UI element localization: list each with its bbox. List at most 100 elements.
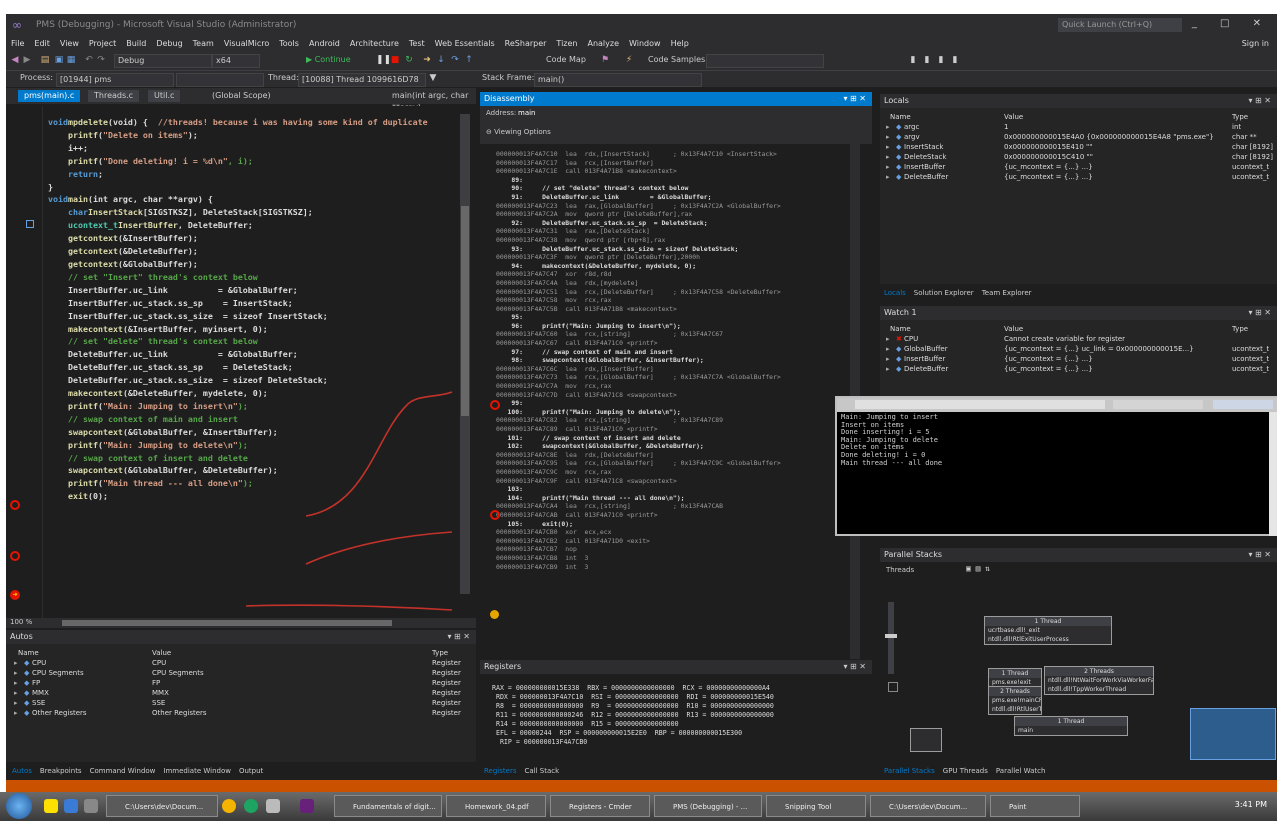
undo-icon[interactable]: ↶: [84, 55, 94, 65]
tab-pms-main[interactable]: pms(main).c: [18, 90, 81, 102]
expand-icon[interactable]: ▸: [886, 344, 890, 354]
menu-item[interactable]: Android: [304, 36, 345, 48]
disassembly-line[interactable]: 92: DeleteBuffer.uc_stack.ss_sp = Delete…: [496, 219, 781, 228]
expand-icon[interactable]: ▸: [14, 678, 18, 688]
code-samples-button[interactable]: Code Samples: [648, 55, 705, 64]
column-header[interactable]: Name: [18, 648, 39, 658]
disassembly-breakpoint-icon[interactable]: [490, 510, 500, 520]
grid-row[interactable]: ▸ ◆ DeleteStack 0x000000000015C410 "" char […: [884, 152, 1274, 162]
grid-row[interactable]: ▸ ◆ GlobalBuffer {uc_mcontext = {...} uc_li…: [884, 344, 1274, 354]
pinned-app-icon[interactable]: [266, 799, 280, 813]
back-icon[interactable]: ◀: [10, 55, 20, 65]
platform-select[interactable]: x64: [212, 54, 260, 68]
disassembly-line[interactable]: 101: // swap context of insert and delet…: [496, 434, 781, 443]
disassembly-line[interactable]: 000000013F4A7C7A mov rcx,rax: [496, 382, 781, 391]
stack-frame[interactable]: ntdll.dll!RtlUserThreadStart: [989, 705, 1041, 714]
disassembly-line[interactable]: 100: printf("Main: Jumping to delete\n")…: [496, 408, 781, 417]
expand-icon[interactable]: ▸: [886, 152, 890, 162]
disassembly-line[interactable]: 97: // swap context of main and insert: [496, 348, 781, 357]
disassembly-line[interactable]: 000000013F4A7C7D call 013F4A71C8 <swapco…: [496, 391, 781, 400]
disassembly-line[interactable]: 95:: [496, 313, 781, 322]
disassembly-line[interactable]: 000000013F4A7C4A lea rdx,[mydelete]: [496, 279, 781, 288]
taskbar-item[interactable]: C:\Users\dev\Docum...: [106, 795, 218, 817]
disassembly-line[interactable]: 103:: [496, 485, 781, 494]
parallel-stacks-pin-close-icon[interactable]: ▾ ⊞ ✕: [1248, 548, 1271, 562]
disassembly-line[interactable]: 000000013F4A7C67 call 013F4A71C0 <printf…: [496, 339, 781, 348]
disassembly-line[interactable]: 000000013F4A7C6C lea rdx,[InsertBuffer]: [496, 365, 781, 374]
expand-icon[interactable]: ▸: [886, 364, 890, 374]
zoom-reset-icon[interactable]: [888, 682, 898, 692]
column-header[interactable]: Type: [1232, 112, 1248, 122]
expand-icon[interactable]: ▸: [886, 354, 890, 364]
disassembly-line[interactable]: 105: exit(0);: [496, 520, 781, 529]
disassembly-line[interactable]: 000000013F4A7C38 mov qword ptr [rbp+8],r…: [496, 236, 781, 245]
menu-item[interactable]: Team: [188, 36, 219, 48]
panel-tab[interactable]: Registers: [484, 767, 516, 775]
disassembly-line[interactable]: 000000013F4A7C10 lea rdx,[InsertStack] ;…: [496, 150, 781, 159]
show-next-statement-icon[interactable]: ➜: [422, 55, 432, 65]
menu-item[interactable]: Analyze: [582, 36, 624, 48]
toolbar-options-icon-3[interactable]: ▮: [936, 55, 946, 65]
lifecycle-events-select[interactable]: [176, 73, 264, 87]
solution-config-select[interactable]: Debug: [114, 54, 212, 68]
stack-frame-select[interactable]: main(): [534, 73, 702, 87]
expand-icon[interactable]: ▸: [14, 698, 18, 708]
lightning-icon[interactable]: ⚡: [624, 55, 634, 65]
disassembly-line[interactable]: 91: DeleteBuffer.uc_link = &GlobalBuffer…: [496, 193, 781, 202]
menu-item[interactable]: Architecture: [345, 36, 404, 48]
restart-icon[interactable]: ↻: [404, 55, 414, 65]
visual-studio-taskbar-icon[interactable]: [300, 799, 314, 813]
disassembly-line[interactable]: 000000013F4A7C9F call 013F4A71C8 <swapco…: [496, 477, 781, 486]
forward-icon[interactable]: ▶: [22, 55, 32, 65]
grid-row[interactable]: ▸ ◆ argc 1 int: [884, 122, 1274, 132]
sign-in-link[interactable]: Sign in: [1242, 39, 1269, 48]
disassembly-line[interactable]: 000000013F4A7C60 lea rcx,[string] ; 0x13…: [496, 330, 781, 339]
start-button[interactable]: [6, 793, 32, 819]
disassembly-line[interactable]: 102: swapcontext(&GlobalBuffer, &DeleteB…: [496, 442, 781, 451]
menu-item[interactable]: VisualMicro: [219, 36, 274, 48]
disassembly-line[interactable]: 000000013F4A7C23 lea rax,[GlobalBuffer] …: [496, 202, 781, 211]
parallel-stacks-view-select[interactable]: Threads: [886, 566, 914, 574]
disassembly-line[interactable]: 000000013F4A7CB9 int 3: [496, 563, 781, 572]
grid-row[interactable]: ▸ ◆ InsertBuffer {uc_mcontext = {...} ...} u…: [884, 354, 1274, 364]
panel-tab[interactable]: Autos: [12, 767, 32, 775]
break-all-icon[interactable]: ❚❚: [376, 55, 391, 65]
open-file-icon[interactable]: ▤: [40, 55, 50, 65]
disassembly-breakpoint-icon[interactable]: [490, 400, 500, 410]
grid-row[interactable]: ▸ ◆ DeleteBuffer {uc_mcontext = {...} ...} u…: [884, 364, 1274, 374]
expand-icon[interactable]: ▸: [886, 122, 890, 132]
disassembly-line[interactable]: 000000013F4A7C8E lea rdx,[DeleteBuffer]: [496, 451, 781, 460]
disassembly-line[interactable]: 000000013F4A7CAB call 013F4A71C0 <printf…: [496, 511, 781, 520]
function-select[interactable]: main(int argc, char **argv): [386, 90, 476, 112]
step-over-icon[interactable]: ↷: [450, 55, 460, 65]
disassembly-line[interactable]: 000000013F4A7CB0 xor ecx,ecx: [496, 528, 781, 537]
grid-row[interactable]: ▸ ◆ CPU CPU Register: [12, 658, 472, 668]
filter-icon[interactable]: ▼: [428, 73, 438, 83]
bird-eye-view-minimap[interactable]: [1190, 708, 1276, 760]
disassembly-line[interactable]: 000000013F4A7C82 lea rcx,[string] ; 0x13…: [496, 416, 781, 425]
menu-item[interactable]: Edit: [29, 36, 55, 48]
stack-frame[interactable]: ntdll.dll!NtWaitForWorkViaWorkerFactory: [1045, 676, 1153, 685]
stack-frame[interactable]: ucrtbase.dll!_exit: [985, 626, 1111, 635]
editor-horizontal-scrollbar[interactable]: 100 %: [6, 618, 476, 628]
menu-item[interactable]: Project: [84, 36, 121, 48]
parallel-stacks-toolbar-icons[interactable]: ▣ ▥ ⇅: [966, 564, 990, 573]
scope-select[interactable]: (Global Scope): [206, 90, 277, 102]
toolbar-options-icon-2[interactable]: ▮: [922, 55, 932, 65]
save-all-icon[interactable]: ▦: [66, 55, 76, 65]
expand-icon[interactable]: ▸: [886, 162, 890, 172]
panel-tab[interactable]: Output: [239, 767, 263, 775]
taskbar-item[interactable]: Homework_04.pdf: [446, 795, 546, 817]
code-editor[interactable]: voidmpdelete(void) { //threads! because …: [6, 106, 476, 618]
column-header[interactable]: Value: [152, 648, 171, 658]
code-map-button[interactable]: Code Map: [546, 55, 586, 64]
grid-row[interactable]: ▸ ◆ FP FP Register: [12, 678, 472, 688]
registers-pin-close-icon[interactable]: ▾ ⊞ ✕: [843, 660, 866, 674]
menu-item[interactable]: Help: [666, 36, 694, 48]
step-into-icon[interactable]: ↓: [436, 55, 446, 65]
parallel-stacks-panel[interactable]: Threads ▣ ▥ ⇅ 1 Thread ucrtbase.dll!_exit…: [880, 562, 1277, 762]
disassembly-line[interactable]: 000000013F4A7C47 xor r8d,r8d: [496, 270, 781, 279]
stack-frame[interactable]: ntdll.dll!RtlExitUserProcess: [985, 635, 1111, 644]
continue-button[interactable]: ▶ Continue: [306, 55, 351, 64]
stack-node[interactable]: 1 Thread main: [1014, 716, 1128, 736]
